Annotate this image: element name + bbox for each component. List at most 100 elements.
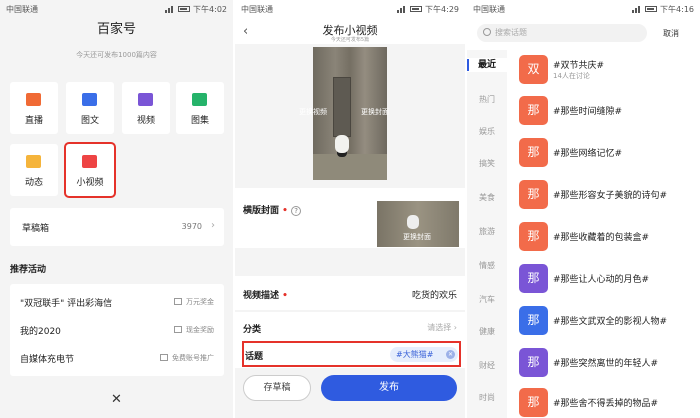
category-tab[interactable]: 美食 xyxy=(467,192,507,203)
screenshot-collage: 中国联通 下午4:02 百家号 今天还可发布1000篇内容 直播 图文 视频 图… xyxy=(0,0,700,418)
status-bar: 中国联通 下午4:02 xyxy=(0,0,233,18)
category-tab[interactable]: 健康 xyxy=(467,326,507,337)
topic-badge: 那 xyxy=(519,180,548,209)
category-tab[interactable]: 情感 xyxy=(467,260,507,271)
category-tab-recent[interactable]: 最近 xyxy=(467,58,507,72)
tile-live[interactable]: 直播 xyxy=(10,82,58,134)
publish-button[interactable]: 发布 xyxy=(321,375,457,401)
tile-label: 视频 xyxy=(136,116,155,126)
category-tab[interactable]: 旅游 xyxy=(467,226,507,237)
status-bar: 中国联通 下午4:29 xyxy=(235,0,465,18)
tile-video[interactable]: 视频 xyxy=(122,82,170,134)
search-placeholder: 搜索话题 xyxy=(495,28,527,37)
close-icon[interactable]: ✕ xyxy=(446,350,455,359)
topic-item[interactable]: 那 #那些文武双全的影视人物# xyxy=(519,306,695,336)
topic-badge: 那 xyxy=(519,96,548,125)
topic-item[interactable]: 那 #那些突然离世的年轻人# xyxy=(519,348,695,378)
topic-item[interactable]: 那 #那些时间缝隙# xyxy=(519,96,695,126)
battery-icon xyxy=(410,6,423,12)
draft-box-row[interactable]: 草稿箱 3970 › xyxy=(10,208,224,246)
activity-item[interactable]: 自媒体充电节 免费账号推广 xyxy=(20,344,214,370)
save-draft-button[interactable]: 存草稿 xyxy=(243,375,311,401)
chat-bubble-icon xyxy=(26,155,41,168)
topic-title: #那些网络记忆# xyxy=(553,149,623,159)
carrier-label: 中国联通 xyxy=(6,4,38,14)
topic-badge: 那 xyxy=(519,264,548,293)
battery-icon xyxy=(645,6,658,12)
replace-cover-button[interactable]: 更换封面 xyxy=(361,107,389,117)
activity-tag: 免费账号推广 xyxy=(160,353,214,363)
draft-label: 草稿箱 xyxy=(22,224,50,234)
topic-item[interactable]: 那 #那些舍不得丢掉的物品# xyxy=(519,388,695,418)
topic-item[interactable]: 那 #那些让人心动的月色# xyxy=(519,264,695,294)
help-icon[interactable]: ? xyxy=(291,206,302,216)
publish-quota-text: 今天还可发布5篇 xyxy=(330,37,370,43)
image-gallery-icon xyxy=(192,93,207,106)
video-play-icon xyxy=(138,93,153,106)
category-sidebar: 最近 热门 娱乐 搞笑 美食 旅游 情感 汽车 健康 财经 时尚 xyxy=(467,50,507,418)
topic-badge: 双 xyxy=(519,55,548,84)
cover-thumbnail[interactable]: 更换封面 xyxy=(377,201,459,247)
tile-label: 动态 xyxy=(24,178,43,188)
page-title: 百家号 xyxy=(96,22,136,37)
short-video-icon xyxy=(82,155,97,168)
activity-item[interactable]: "双冠联手" 评出彩海信 万元奖金 xyxy=(20,288,214,314)
topic-badge: 那 xyxy=(519,306,548,335)
gift-icon xyxy=(160,354,168,361)
carrier-label: 中国联通 xyxy=(241,4,273,14)
carrier-label: 中国联通 xyxy=(473,4,505,14)
topic-badge: 那 xyxy=(519,388,548,417)
activity-title: 自媒体充电节 xyxy=(20,355,75,365)
category-tab[interactable]: 搞笑 xyxy=(467,158,507,169)
enclosure-door xyxy=(333,77,351,137)
topic-item[interactable]: 双 #双节共庆# 14人在讨论 xyxy=(519,55,695,85)
chevron-right-icon: › xyxy=(211,220,215,231)
category-tab[interactable]: 财经 xyxy=(467,360,507,371)
cancel-button[interactable]: 取消 xyxy=(663,28,679,39)
category-tab[interactable]: 时尚 xyxy=(467,392,507,403)
topic-title: #那些形容女子美貌的诗句# xyxy=(553,191,668,201)
panel-topic-search: 中国联通 下午4:16 搜索话题 取消 最近 热门 娱乐 搞笑 美食 旅游 情感… xyxy=(467,0,700,418)
activity-tag: 万元奖金 xyxy=(174,297,214,307)
status-bar: 中国联通 下午4:16 xyxy=(467,0,700,18)
tile-moment[interactable]: 动态 xyxy=(10,144,58,196)
battery-icon xyxy=(178,6,191,12)
description-row[interactable]: 视频描述 • 吃货的欢乐 xyxy=(235,276,465,310)
category-tab[interactable]: 娱乐 xyxy=(467,126,507,137)
tile-label: 图集 xyxy=(190,116,209,126)
signal-icon xyxy=(632,5,642,13)
description-value: 吃货的欢乐 xyxy=(411,291,457,301)
topic-item[interactable]: 那 #那些网络记忆# xyxy=(519,138,695,168)
replace-video-button[interactable]: 更换视频 xyxy=(299,107,327,117)
topic-title: #那些文武双全的影视人物# xyxy=(553,317,668,327)
topic-title: #那些时间缝隙# xyxy=(553,107,623,117)
category-select[interactable]: 请选择 › xyxy=(243,322,457,333)
topic-item[interactable]: 那 #那些形容女子美貌的诗句# xyxy=(519,180,695,210)
topic-tag[interactable]: #大熊猫# ✕ xyxy=(390,347,458,362)
topic-item[interactable]: 那 #那些收藏着的包装盒# xyxy=(519,222,695,252)
publish-quota-text: 今天还可发布1000篇内容 xyxy=(76,51,157,59)
tile-article[interactable]: 图文 xyxy=(66,82,114,134)
clock-label: 下午4:29 xyxy=(425,4,459,14)
activity-item[interactable]: 我的2020 现金奖励 xyxy=(20,316,214,342)
topic-title: #那些让人心动的月色# xyxy=(553,275,650,285)
topic-badge: 那 xyxy=(519,138,548,167)
category-tab[interactable]: 热门 xyxy=(467,94,507,105)
category-tab[interactable]: 汽车 xyxy=(467,294,507,305)
document-icon xyxy=(82,93,97,106)
category-row[interactable]: 分类 请选择 › xyxy=(235,312,465,342)
gift-icon xyxy=(174,298,182,305)
tile-label: 图文 xyxy=(80,116,99,126)
tile-gallery[interactable]: 图集 xyxy=(176,82,224,134)
activity-tag: 现金奖励 xyxy=(174,325,214,335)
search-input[interactable]: 搜索话题 xyxy=(477,24,647,42)
tile-label: 直播 xyxy=(24,116,43,126)
tile-short-video[interactable]: 小视频 xyxy=(64,142,116,198)
topic-subtitle: 14人在讨论 xyxy=(553,72,590,80)
signal-icon xyxy=(165,5,175,13)
panda-figure xyxy=(335,135,349,153)
signal-icon xyxy=(397,5,407,13)
search-icon xyxy=(483,28,491,36)
close-icon[interactable]: ✕ xyxy=(0,392,233,407)
clock-label: 下午4:02 xyxy=(193,4,227,14)
